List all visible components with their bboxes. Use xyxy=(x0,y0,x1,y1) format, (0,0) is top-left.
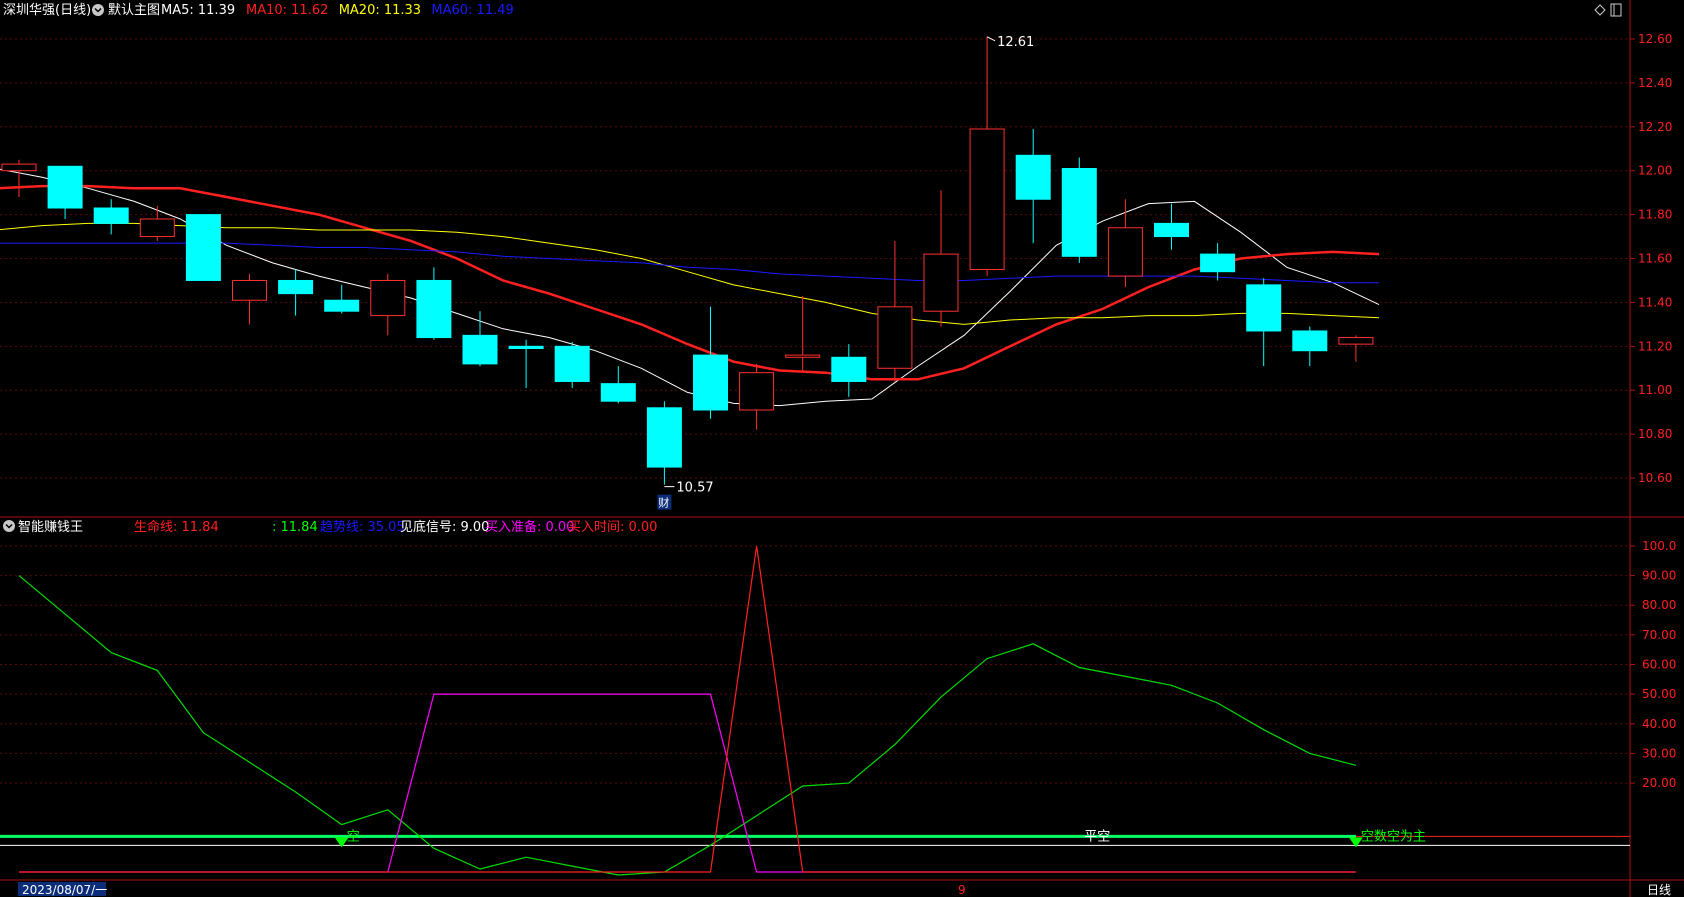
candle-body-down xyxy=(324,299,360,312)
indicator-tick-label: 80.00 xyxy=(1642,598,1676,612)
candle-body-down xyxy=(1015,154,1051,200)
template-label[interactable]: 默认主图 xyxy=(108,2,160,18)
price-tick-label: 11.00 xyxy=(1638,383,1672,397)
indicator-tick-label: 30.00 xyxy=(1642,746,1676,760)
candle-body-up xyxy=(923,253,959,312)
candle-body-down xyxy=(508,345,544,350)
month-marker: 9 xyxy=(958,883,966,897)
candle-body-up xyxy=(1,163,37,172)
indicator-tick-label: 70.00 xyxy=(1642,628,1676,642)
indicator-marker-label: 空 xyxy=(347,829,360,844)
candle[interactable] xyxy=(185,214,221,281)
high-price-label: 12.61 xyxy=(997,35,1034,50)
candle-body-down xyxy=(1154,222,1189,238)
indicator-legend: 生命线: 11.84 : 11.84 趋势线: 35.05见底信号: 9.00买入准… xyxy=(134,519,657,535)
candle-body-up xyxy=(969,128,1005,270)
indicator-tick-label: 20.00 xyxy=(1642,776,1676,790)
template-toggle-icon[interactable] xyxy=(92,4,104,16)
candle-body-down xyxy=(185,214,221,281)
date-label[interactable]: 2023/08/07/一 xyxy=(22,883,107,897)
indicator-marker-label: 平空 xyxy=(1084,829,1110,844)
indicator-legend-item: 买入时间: 0.00 xyxy=(568,520,657,535)
candle-body-down xyxy=(416,279,452,339)
candle-body-down xyxy=(278,279,314,295)
candle-body-down xyxy=(693,354,728,411)
chart-background xyxy=(0,0,1684,897)
indicator-legend-item: 见底信号: 9.00 xyxy=(400,519,489,535)
indicator-name[interactable]: 智能赚钱王 xyxy=(18,519,83,535)
indicator-legend-item: : 11.84 xyxy=(272,520,318,535)
price-tick-label: 11.60 xyxy=(1638,252,1672,266)
candle-body-up xyxy=(785,354,821,358)
price-tick-label: 12.60 xyxy=(1638,32,1672,46)
candle-body-down xyxy=(1061,168,1097,257)
indicator-tick-label: 100.0 xyxy=(1642,539,1676,553)
candle-body-down xyxy=(600,383,636,402)
candle-body-down xyxy=(646,407,682,468)
stock-chart[interactable]: 10.60 10.80 11.00 11.20 11.40 11.60 11.80 12.00… xyxy=(0,0,1684,897)
price-tick-label: 11.40 xyxy=(1638,295,1672,309)
candle[interactable] xyxy=(554,341,590,389)
candle-body-down xyxy=(1200,253,1236,273)
candle-body-up xyxy=(370,279,406,317)
candle-body-down xyxy=(1292,330,1328,352)
price-tick-label: 12.00 xyxy=(1638,164,1672,178)
indicator-legend-item: 趋势线: 35.05 xyxy=(320,519,405,535)
indicator-tick-label: 90.00 xyxy=(1642,569,1676,583)
candle-body-down xyxy=(831,356,867,382)
price-tick-label: 11.20 xyxy=(1638,339,1672,353)
indicator-legend-item: 生命线: 11.84 xyxy=(134,519,219,535)
price-tick-label: 10.60 xyxy=(1638,471,1672,485)
candle-body-down xyxy=(462,334,498,365)
candle[interactable] xyxy=(1061,157,1097,263)
candle-body-down xyxy=(93,207,129,224)
candle-body-up xyxy=(877,306,913,369)
indicator-tick-label: 50.00 xyxy=(1642,687,1676,701)
candle-body-up xyxy=(1338,337,1374,345)
ma-legend-item: MA10: 11.62 xyxy=(246,3,328,18)
candle-body-up xyxy=(1107,227,1143,277)
stock-title: 深圳华强(日线) xyxy=(3,3,91,18)
candle-body-down xyxy=(47,165,83,209)
indicator-marker-label: 空数空为主 xyxy=(1361,829,1426,844)
candle-body-up xyxy=(139,218,175,238)
ma-legend-item: MA20: 11.33 xyxy=(339,3,421,18)
indicator-legend-item: 买入准备: 0.00 xyxy=(485,519,574,535)
event-label[interactable]: 财 xyxy=(658,496,669,510)
candle-body-down xyxy=(554,345,590,382)
price-tick-label: 11.80 xyxy=(1638,208,1672,222)
indicator-toggle-icon[interactable] xyxy=(3,520,15,532)
low-price-label: 10.57 xyxy=(676,481,713,496)
indicator-tick-label: 40.00 xyxy=(1642,717,1676,731)
period-label[interactable]: 日线 xyxy=(1647,883,1671,897)
price-tick-label: 12.20 xyxy=(1638,120,1672,134)
candle-body-down xyxy=(1246,284,1282,332)
ma-legend-item: MA5: 11.39 xyxy=(161,3,235,18)
candle-body-up xyxy=(232,279,267,301)
price-tick-label: 12.40 xyxy=(1638,76,1672,90)
candle-body-up xyxy=(739,372,775,411)
indicator-tick-label: 60.00 xyxy=(1642,658,1676,672)
ma-legend-item: MA60: 11.49 xyxy=(431,3,513,18)
price-tick-label: 10.80 xyxy=(1638,427,1672,441)
